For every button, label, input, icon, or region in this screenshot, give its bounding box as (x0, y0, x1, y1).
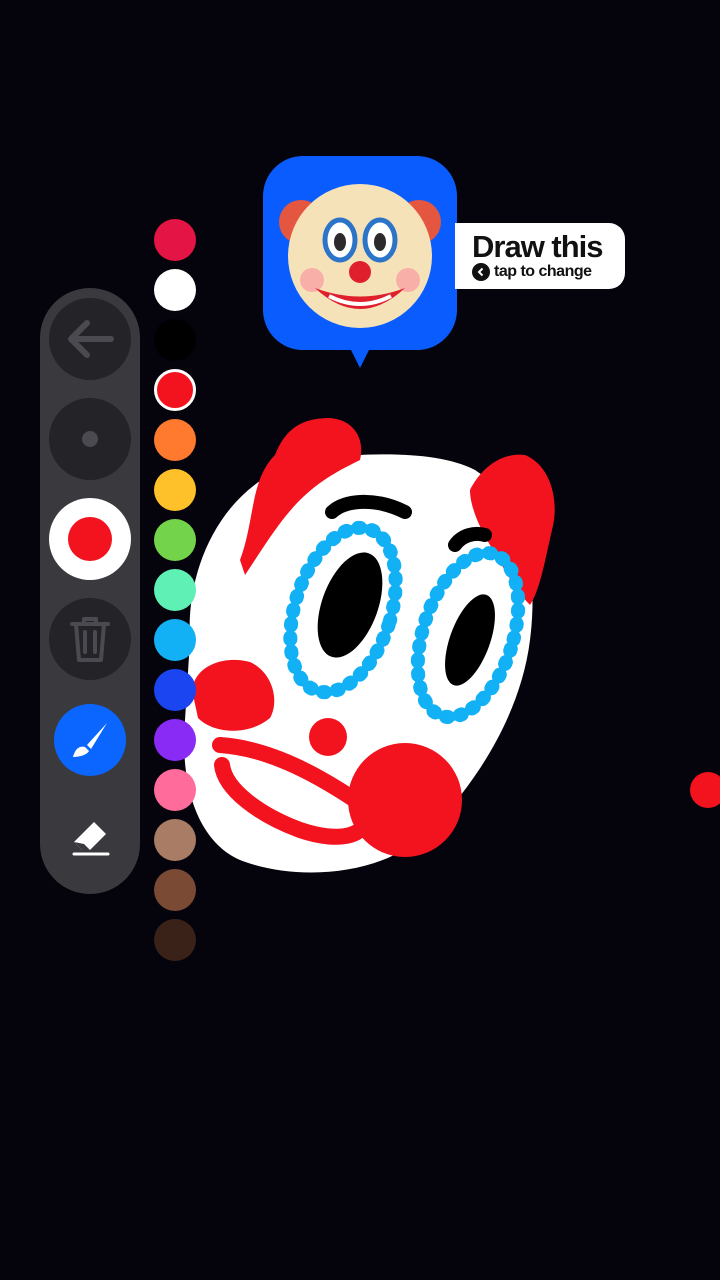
color-swatch[interactable] (154, 819, 196, 861)
stray-dot (690, 772, 720, 808)
color-swatch[interactable] (154, 419, 196, 461)
draw-this-tag[interactable]: Draw this tap to change (455, 223, 625, 289)
color-swatch[interactable] (154, 369, 196, 411)
cheek-right-blob (348, 743, 462, 857)
large-dot-icon (68, 517, 112, 561)
color-swatch[interactable] (154, 269, 196, 311)
nose-dot (309, 718, 347, 756)
clown-face-icon (279, 184, 441, 328)
tool-sidebar (40, 288, 140, 894)
trash-icon (70, 617, 110, 662)
tap-to-change-label: tap to change (494, 263, 592, 280)
prompt-card[interactable] (263, 156, 457, 350)
color-swatch[interactable] (154, 719, 196, 761)
color-swatch[interactable] (154, 919, 196, 961)
chevron-left-icon (472, 263, 490, 281)
color-swatch[interactable] (154, 569, 196, 611)
paintbrush-icon (73, 723, 107, 757)
clear-button[interactable] (49, 598, 131, 680)
back-button[interactable] (49, 298, 131, 380)
color-swatch[interactable] (154, 869, 196, 911)
tap-to-change-hint[interactable]: tap to change (472, 262, 592, 282)
brush-tool-button[interactable] (54, 704, 126, 776)
arrow-left-icon (68, 320, 114, 358)
color-swatch[interactable] (154, 619, 196, 661)
eraser-tool-button[interactable] (54, 800, 126, 872)
brush-size-large-button[interactable] (49, 498, 131, 580)
small-dot-icon (82, 431, 98, 447)
cheek-left-blob (192, 659, 275, 731)
color-swatch[interactable] (154, 469, 196, 511)
color-swatch[interactable] (154, 219, 196, 261)
eraser-icon (72, 822, 110, 856)
color-swatch[interactable] (154, 319, 196, 361)
prompt-tail (349, 346, 371, 368)
color-swatch[interactable] (154, 519, 196, 561)
color-swatch[interactable] (154, 669, 196, 711)
brush-size-small-button[interactable] (49, 398, 131, 480)
color-swatch[interactable] (154, 769, 196, 811)
draw-this-title: Draw this (472, 229, 604, 264)
